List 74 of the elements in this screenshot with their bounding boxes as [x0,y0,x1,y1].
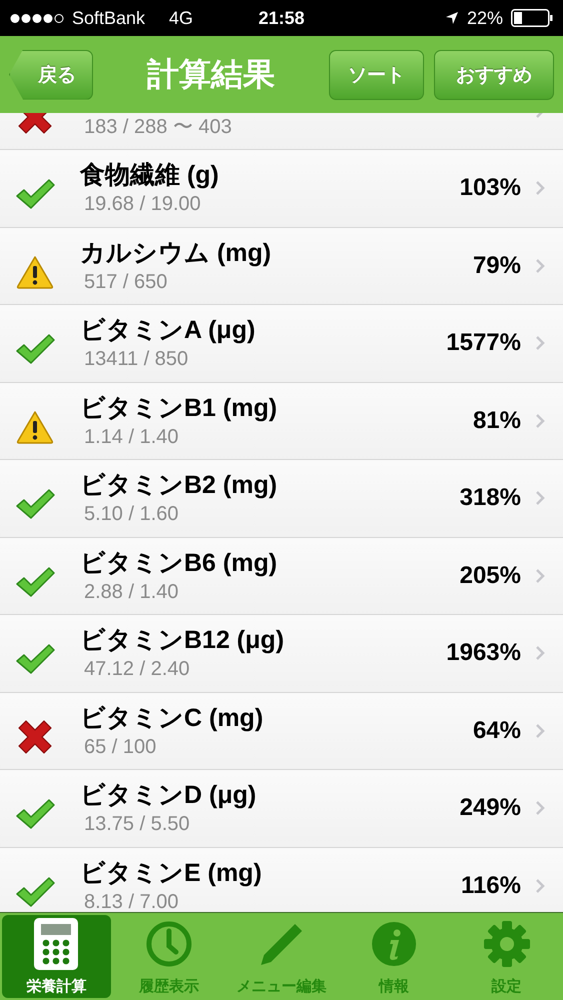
check-icon [15,564,55,599]
chevron-icon [535,722,545,739]
list-row[interactable]: ビタミンB12 (μg) 47.12 / 2.40 1963% [0,615,563,692]
chevron-icon [535,180,545,196]
list-row[interactable]: ビタミンE (mg) 8.13 / 7.00 116% [0,848,563,912]
battery-percent: 22% [466,8,503,28]
nutrient-name: ビタミンD (μg) [80,780,258,812]
nutrient-name: ビタミンB6 (mg) [80,548,278,579]
nutrient-amount: 13411 / 850 [83,347,190,372]
nutrient-amount: 13.75 / 5.50 [83,812,191,838]
check-icon [15,177,55,212]
nutrient-name: ビタミンB1 (mg) [80,392,278,424]
nutrient-name: ビタミンA (μg) [80,315,256,346]
chevron-icon [535,568,545,584]
warning-icon [16,410,54,444]
nutrient-name: 食物繊維 (g) [80,160,220,192]
chevron-icon [535,490,545,506]
gear-icon [482,920,531,968]
nutrient-amount: 47.12 / 2.40 [83,657,191,682]
network-type: 4G [169,8,194,28]
list-row[interactable]: ビタミンD (μg) 13.75 / 5.50 249% [0,770,563,848]
percent-value: 318% [460,484,521,512]
list-row[interactable]: 食物繊維 (g) 19.68 / 19.00 103% [0,150,563,228]
nutrient-amount: 8.13 / 7.00 [83,890,180,912]
list-row[interactable]: ビタミンB2 (mg) 5.10 / 1.60 318% [0,460,563,538]
info-icon [371,921,418,967]
percent-value: 81% [472,406,521,435]
nutrient-name: カルシウム (mg) [80,238,272,269]
percent-value: 116% [460,872,521,900]
chevron-icon [535,800,545,816]
list-row[interactable]: カルシウム (mg) 517 / 650 79% [0,228,563,305]
percent-value: 205% [460,562,521,590]
chevron-icon [535,412,545,429]
nutrient-amount: 65 / 100 [83,734,158,760]
warning-icon [16,254,54,289]
signal-icon [10,12,66,24]
list-row[interactable]: ビタミンB6 (mg) 2.88 / 1.40 205% [0,538,563,615]
nutrient-amount: 5.10 / 1.60 [83,502,180,528]
check-icon [15,797,55,832]
list-row[interactable]: ビタミンC (mg) 65 / 100 64% [0,692,563,770]
check-icon [15,332,55,366]
clock-time: 21:58 [258,8,305,28]
nutrient-amount: 19.68 / 19.00 [83,192,202,218]
cross-icon [16,718,54,756]
check-icon [15,487,55,522]
tab-item[interactable]: 栄養計算 [2,915,111,998]
chevron-icon [535,878,545,894]
nutrient-amount: 1.14 / 1.40 [83,424,180,450]
chevron-icon [535,258,545,274]
nutrient-name: ビタミンB2 (mg) [80,470,278,502]
check-icon [15,874,55,909]
percent-value: 1577% [446,329,521,358]
percent-value: 64% [472,716,521,745]
carrier-name: SoftBank [72,8,146,28]
chevron-icon [535,645,545,662]
battery-icon [510,9,553,27]
check-icon [15,642,55,676]
calculator-icon [33,917,80,971]
chevron-icon [535,335,545,352]
location-arrow-icon [444,11,459,25]
nutrient-amount: 183 / 288 〜 403 [83,114,233,140]
nutrient-amount: 517 / 650 [83,270,168,295]
list-row[interactable]: ビタミンB1 (mg) 1.14 / 1.40 81% [0,382,563,460]
screen-title: 計算結果 [146,54,276,94]
percent-value: 103% [460,174,521,202]
clock-icon [144,920,193,968]
nutrient-name: ビタミンB12 (μg) [80,625,286,656]
nutrient-amount: 2.88 / 1.40 [83,580,180,605]
percent-value: 79% [472,252,521,280]
nutrient-name: ビタミンC (mg) [80,702,264,734]
nutrient-name: ビタミンE (mg) [80,858,263,889]
list-row[interactable]: ビタミンA (μg) 13411 / 850 1577% [0,305,563,382]
percent-value: 1963% [446,639,521,668]
percent-value: 249% [460,794,521,822]
